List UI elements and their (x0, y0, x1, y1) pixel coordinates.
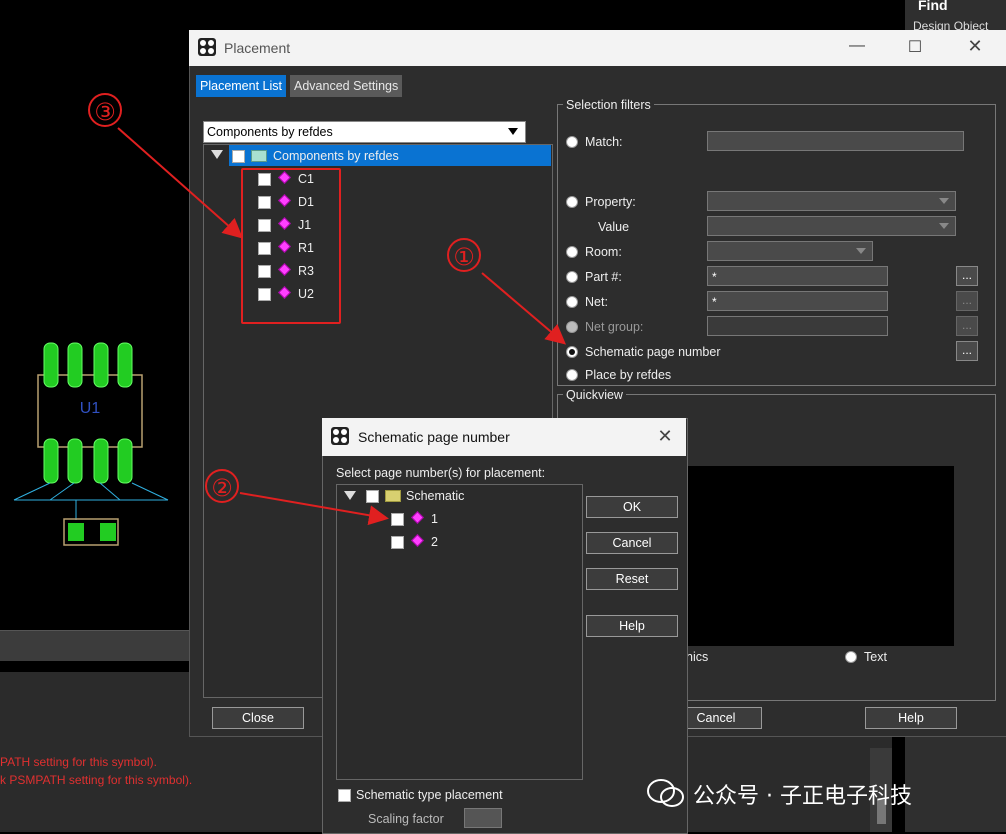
page-root-checkbox[interactable] (366, 490, 379, 503)
close-button[interactable]: Close (212, 707, 304, 729)
close-icon[interactable]: ✕ (650, 426, 680, 447)
footprint-refdes: U1 (80, 400, 101, 417)
match-label: Match: (585, 135, 623, 149)
folder-icon (385, 490, 401, 502)
schematic-type-placement-checkbox[interactable] (338, 789, 351, 802)
text-option-label: Text (864, 650, 887, 664)
net-group-browse-button[interactable]: ... (956, 316, 978, 336)
value-combo[interactable] (707, 216, 956, 236)
help-button[interactable]: Help (586, 615, 678, 637)
net-group-field[interactable] (707, 316, 888, 336)
selection-filters-label: Selection filters (563, 98, 654, 112)
net-group-radio[interactable] (566, 321, 578, 333)
close-icon[interactable]: ✕ (960, 36, 990, 57)
ok-button[interactable]: OK (586, 496, 678, 518)
place-by-refdes-radio[interactable] (566, 369, 578, 381)
page-select-prompt: Select page number(s) for placement: (336, 466, 546, 480)
value-label: Value (598, 220, 630, 234)
find-panel-title: Find (918, 0, 948, 13)
scaling-factor-field[interactable] (464, 808, 502, 828)
graphics-option-label: nics (686, 650, 709, 664)
net-field[interactable]: * (707, 291, 888, 311)
scaling-factor-label: Scaling factor (368, 812, 444, 826)
quickview-preview (658, 466, 954, 646)
net-label: Net: (585, 295, 608, 309)
expand-triangle-icon[interactable] (211, 150, 223, 159)
footprint-canvas: U1 (13, 342, 169, 546)
text-radio[interactable] (845, 651, 857, 663)
minimize-icon[interactable]: — (842, 37, 872, 55)
schematic-page-radio[interactable] (566, 346, 578, 358)
ratsnest-lines (13, 482, 169, 520)
room-combo[interactable] (707, 241, 873, 261)
schematic-page-label: Schematic page number (585, 345, 721, 359)
chevron-down-icon[interactable] (856, 248, 866, 254)
net-group-label: Net group: (585, 320, 644, 334)
console-tab-bar (0, 630, 190, 661)
schematic-dialog-title: Schematic page number (358, 429, 510, 445)
property-combo[interactable] (707, 191, 956, 211)
help-button[interactable]: Help (865, 707, 957, 729)
net-browse-button[interactable]: ... (956, 291, 978, 311)
net-radio[interactable] (566, 296, 578, 308)
part-radio[interactable] (566, 271, 578, 283)
quickview-label: Quickview (563, 388, 626, 402)
part-label: Part #: (585, 270, 622, 284)
tab-placement-list[interactable]: Placement List (196, 75, 286, 97)
maximize-icon[interactable]: ☐ (900, 37, 930, 57)
app-icon (331, 427, 349, 445)
list-type-combo[interactable]: Components by refdes (203, 121, 526, 143)
room-radio[interactable] (566, 246, 578, 258)
placement-titlebar[interactable] (189, 30, 1006, 66)
match-field[interactable] (707, 131, 964, 151)
match-radio[interactable] (566, 136, 578, 148)
page-item[interactable]: 1 (431, 509, 438, 529)
page-checkbox[interactable] (391, 536, 404, 549)
folder-icon (251, 150, 267, 162)
console-line: PATH setting for this symbol). (0, 755, 157, 769)
watermark-text: 公众号 · 子正电子科技 (693, 784, 912, 809)
expand-triangle-icon[interactable] (344, 491, 356, 500)
annotation-highlight-box (241, 168, 341, 324)
tree-root-checkbox[interactable] (232, 150, 245, 163)
app-icon (198, 38, 216, 56)
placement-title: Placement (224, 40, 291, 56)
schematic-type-placement-label: Schematic type placement (356, 788, 503, 802)
place-by-refdes-label: Place by refdes (585, 368, 672, 382)
chevron-down-icon[interactable] (508, 128, 518, 135)
wechat-icon (647, 779, 684, 807)
page-tree (336, 484, 583, 780)
property-label: Property: (585, 195, 636, 209)
console-line: k PSMPATH setting for this symbol). (0, 773, 193, 787)
chevron-down-icon[interactable] (939, 223, 949, 229)
schematic-page-browse-button[interactable]: ... (956, 341, 978, 361)
annotation-marker-3: ③ (88, 93, 122, 127)
page-item[interactable]: 2 (431, 532, 438, 552)
part-browse-button[interactable]: ... (956, 266, 978, 286)
chevron-down-icon[interactable] (939, 198, 949, 204)
list-type-value: Components by refdes (207, 125, 333, 139)
cancel-button[interactable]: Cancel (586, 532, 678, 554)
reset-button[interactable]: Reset (586, 568, 678, 590)
annotation-marker-1: ① (447, 238, 481, 272)
page-checkbox[interactable] (391, 513, 404, 526)
room-label: Room: (585, 245, 622, 259)
annotation-marker-2: ② (205, 469, 239, 503)
tab-advanced-settings[interactable]: Advanced Settings (290, 75, 403, 97)
property-radio[interactable] (566, 196, 578, 208)
page-root-label[interactable]: Schematic (406, 486, 464, 506)
tree-root-label[interactable]: Components by refdes (273, 146, 399, 166)
part-field[interactable]: * (707, 266, 888, 286)
